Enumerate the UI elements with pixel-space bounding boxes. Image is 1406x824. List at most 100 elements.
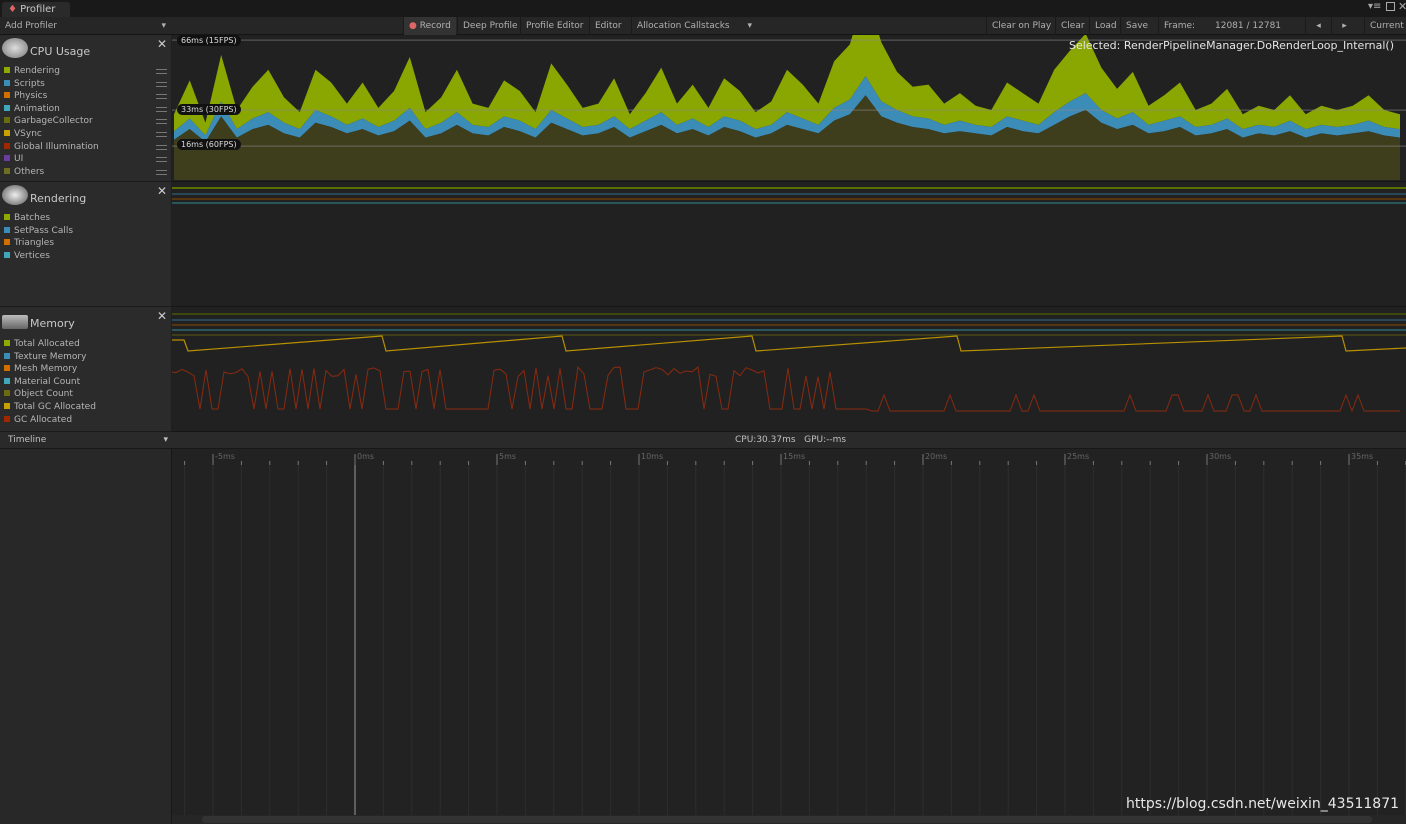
legend-item[interactable]: Animation — [4, 103, 60, 115]
legend-swatch — [4, 155, 10, 162]
add-profiler-dropdown[interactable]: Add Profiler ▾ — [0, 17, 171, 35]
drag-handle-icon[interactable] — [156, 69, 167, 74]
toolbar: Add Profiler ▾ ● Record Deep Profile Prof… — [0, 17, 1406, 49]
drag-handle-icon[interactable] — [156, 169, 167, 175]
legend-item[interactable]: Batches — [4, 212, 50, 224]
total-gc-allocated-line — [172, 335, 1406, 352]
drag-handle-icon[interactable] — [156, 81, 167, 87]
rendering-panel-header[interactable]: Rendering ✕ Batches SetPass Calls Triangle… — [0, 182, 171, 307]
current-frame-button[interactable]: Current — [1364, 17, 1406, 35]
next-frame-button[interactable]: ▸ — [1331, 17, 1357, 35]
legend-swatch — [4, 403, 10, 409]
view-mode-dropdown[interactable]: Timeline ▾ — [0, 432, 171, 449]
ruler-tick-label: 35ms — [1351, 452, 1373, 461]
legend-swatch — [4, 167, 10, 174]
close-icon[interactable]: ✕ — [157, 184, 167, 198]
legend-swatch — [4, 226, 10, 233]
legend-item[interactable]: Rendering — [4, 65, 60, 77]
horizontal-scrollbar[interactable] — [172, 815, 1406, 824]
maximize-icon[interactable] — [1386, 2, 1395, 11]
legend-swatch — [4, 130, 10, 136]
ruler-tick-label: 0ms — [357, 452, 374, 461]
legend-swatch — [4, 352, 10, 359]
profiler-tab[interactable]: ♦ Profiler — [2, 2, 70, 17]
timeline-header: Timeline ▾ CPU:30.37ms GPU:--ms — [0, 432, 1406, 449]
cpu-usage-panel-header[interactable]: CPU Usage ✕ Rendering Scripts Physics Anima… — [0, 35, 171, 182]
cpu-stopwatch-icon — [2, 38, 28, 58]
chevron-down-icon: ▾ — [161, 21, 166, 31]
fps-line-label: 16ms (60FPS) — [177, 139, 241, 150]
watermark: https://blog.csdn.net/weixin_43511871 — [1126, 796, 1400, 812]
memory-title: Memory — [30, 317, 75, 330]
legend-item[interactable]: Object Count — [4, 388, 73, 400]
save-button[interactable]: Save — [1120, 17, 1153, 35]
memory-chart[interactable] — [172, 307, 1406, 432]
legend-swatch — [4, 251, 10, 258]
clear-button[interactable]: Clear — [1055, 17, 1090, 35]
cpu-gpu-time: CPU:30.37ms GPU:--ms — [735, 435, 847, 445]
deep-profile-button[interactable]: Deep Profile — [457, 17, 523, 35]
memory-panel-header[interactable]: Memory ✕ Total Allocated Texture Memory Me… — [0, 307, 171, 432]
drag-handle-icon[interactable] — [156, 94, 167, 100]
ruler-tick-label: 15ms — [783, 452, 805, 461]
legend-swatch — [4, 79, 10, 86]
legend-item[interactable]: Triangles — [4, 237, 54, 249]
ruler-tick-label: 10ms — [641, 452, 663, 461]
tab-bar: ♦ Profiler ▾≡ ✕ — [0, 0, 1406, 17]
legend-item[interactable]: Mesh Memory — [4, 363, 77, 375]
prev-frame-button[interactable]: ◂ — [1305, 17, 1331, 35]
legend-item[interactable]: Others — [4, 166, 44, 178]
memory-chip-icon — [2, 315, 28, 329]
legend-item[interactable]: Total GC Allocated — [4, 401, 96, 413]
profiler-icon: ♦ — [8, 4, 21, 15]
ruler-tick-label: 20ms — [925, 452, 947, 461]
target-dropdown[interactable]: Editor ▾ — [589, 17, 631, 49]
legend-item[interactable]: SetPass Calls — [4, 225, 73, 237]
legend-item[interactable]: Texture Memory — [4, 351, 86, 363]
drag-handle-icon[interactable] — [156, 119, 167, 125]
rendering-sphere-icon — [2, 185, 28, 205]
legend-item[interactable]: UI — [4, 153, 23, 165]
legend-item[interactable]: Physics — [4, 90, 47, 102]
clear-on-play-button[interactable]: Clear on Play — [986, 17, 1056, 35]
allocation-callstacks-dropdown[interactable]: Allocation Callstacks ▾ — [631, 17, 757, 35]
scrollbar-thumb[interactable] — [202, 816, 1372, 823]
legend-item[interactable]: Vertices — [4, 250, 50, 262]
drag-handle-icon[interactable] — [156, 144, 167, 150]
frame-counter: 12081 / 12781 — [1215, 21, 1282, 31]
legend-swatch — [4, 214, 10, 220]
legend-swatch — [4, 67, 10, 73]
drag-handle-icon[interactable] — [156, 157, 167, 163]
legend-item[interactable]: GC Allocated — [4, 414, 72, 426]
legend-item[interactable]: VSync — [4, 128, 42, 140]
frame-label: Frame: — [1158, 17, 1200, 35]
legend-swatch — [4, 340, 10, 346]
close-icon[interactable]: ✕ — [1398, 0, 1406, 13]
chevron-down-icon: ▾ — [163, 435, 168, 445]
legend-swatch — [4, 239, 10, 246]
rendering-chart[interactable] — [172, 182, 1406, 307]
time-ruler[interactable]: -5ms 0ms 5ms 10ms 15ms 20ms 25ms 30ms 35ms — [172, 449, 1406, 465]
close-icon[interactable]: ✕ — [157, 309, 167, 323]
window-menu-icon[interactable]: ▾≡ — [1368, 1, 1381, 12]
timeline-thread-list — [0, 449, 172, 824]
close-icon[interactable]: ✕ — [157, 37, 167, 51]
legend-swatch — [4, 390, 10, 397]
drag-handle-icon[interactable] — [156, 132, 167, 137]
drag-handle-icon[interactable] — [156, 106, 167, 112]
legend-item[interactable]: GarbageCollector — [4, 115, 93, 127]
legend-item[interactable]: Material Count — [4, 376, 80, 388]
timeline-body[interactable] — [0, 465, 1406, 815]
record-button[interactable]: ● Record — [403, 17, 456, 35]
cpu-usage-chart[interactable]: Selected: RenderPipelineManager.DoRender… — [172, 35, 1406, 182]
load-button[interactable]: Load — [1089, 17, 1122, 35]
legend-swatch — [4, 415, 10, 422]
legend-swatch — [4, 365, 10, 372]
fps-line-label: 66ms (15FPS) — [177, 35, 241, 46]
profile-editor-button[interactable]: Profile Editor — [520, 17, 588, 35]
legend-item[interactable]: Scripts — [4, 78, 45, 90]
cpu-usage-title: CPU Usage — [30, 45, 91, 58]
legend-item[interactable]: Total Allocated — [4, 338, 80, 350]
ruler-tick-label: -5ms — [215, 452, 235, 461]
legend-item[interactable]: Global Illumination — [4, 141, 99, 153]
